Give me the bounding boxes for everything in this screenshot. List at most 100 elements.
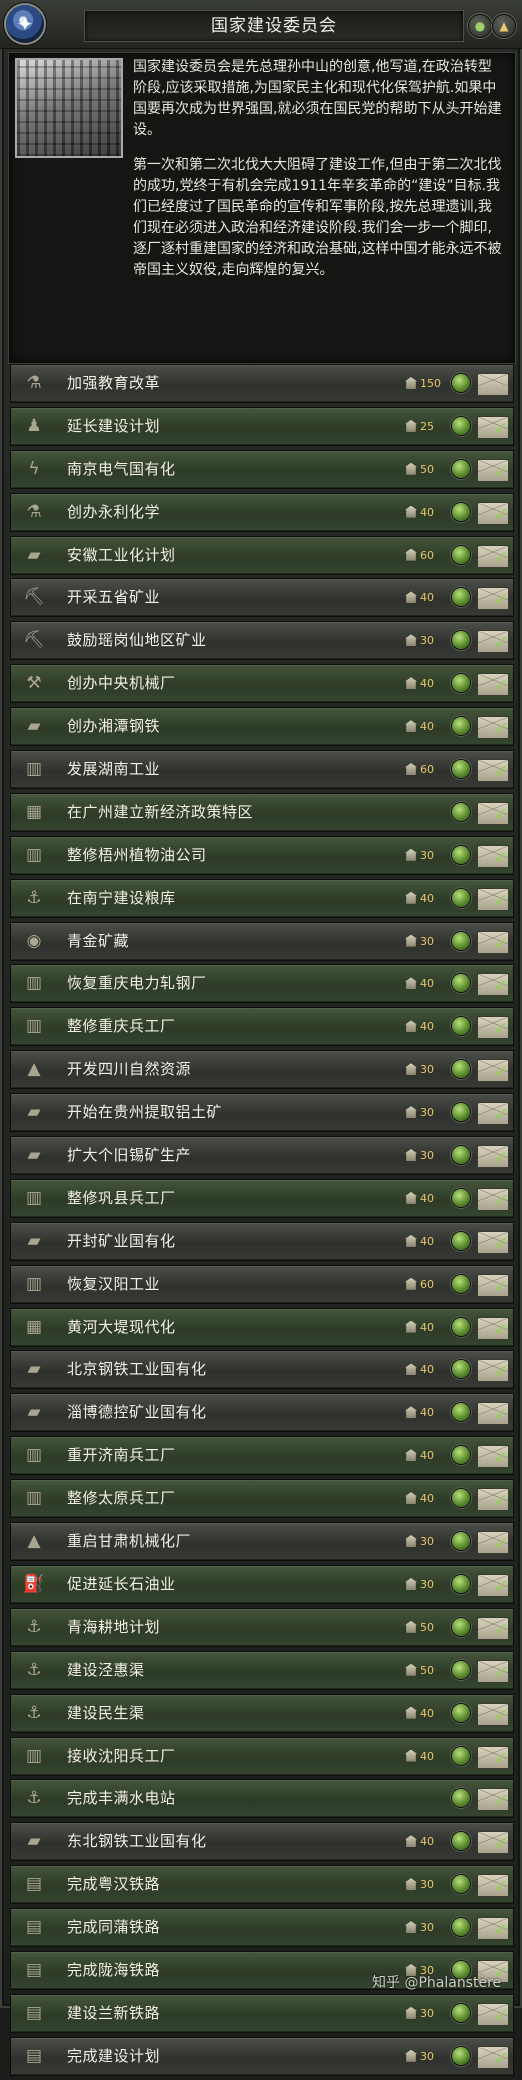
focus-row[interactable]: ⚒ 创办中央机械厂 40 ✓ [10,664,514,704]
focus-row[interactable]: ▥ 恢复重庆电力轧钢厂 40 ✓ [10,964,514,1004]
ingot-icon: ▰ [27,716,41,737]
envelope-icon[interactable]: ✓ [477,587,509,611]
focus-label: 建设泾惠渠 [67,1660,145,1679]
political-power-icon [405,1191,417,1204]
envelope-icon[interactable]: ✓ [477,1359,509,1383]
window-header: ✦ 国家建设委员会 ● ▲ [0,0,522,49]
envelope-icon[interactable]: ✓ [477,1016,509,1040]
envelope-icon[interactable]: ✓ [477,501,509,525]
envelope-icon[interactable]: ✓ [477,1917,509,1941]
envelope-icon[interactable]: ✓ [477,458,509,482]
focus-row[interactable]: ▰ 开始在贵州提取铝土矿 30 ✓ [10,1093,514,1133]
focus-label: 在广州建立新经济政策特区 [67,802,254,821]
cost-value: 30 [420,1106,434,1120]
envelope-icon[interactable]: ✓ [477,2002,509,2026]
focus-row[interactable]: ▥ 恢复汉阳工业 60 ✓ [10,1264,514,1304]
envelope-icon[interactable]: ✓ [477,1145,509,1169]
focus-row[interactable]: ▥ 整修巩县兵工厂 40 ✓ [10,1178,514,1218]
focus-row[interactable]: ▥ 整修太原兵工厂 40 ✓ [10,1479,514,1519]
focus-row[interactable]: ▦ 在广州建立新经济政策特区 ✓ [10,792,514,832]
envelope-icon[interactable]: ✓ [477,1531,509,1555]
focus-row[interactable]: ⛏ 开采五省矿业 40 ✓ [10,578,514,618]
cost-value: 40 [420,1706,434,1720]
focus-row[interactable]: ⚓ 完成丰满水电站 ✓ [10,1779,514,1819]
focus-row[interactable]: ▥ 整修梧州植物油公司 30 ✓ [10,835,514,875]
window-title: 国家建设委员会 [84,10,464,42]
focus-row[interactable]: ▥ 接收沈阳兵工厂 40 ✓ [10,1736,514,1776]
focus-row[interactable]: ⚗ 创办永利化学 40 ✓ [10,492,514,532]
envelope-icon[interactable]: ✓ [477,887,509,911]
envelope-icon[interactable]: ✓ [477,1616,509,1640]
envelope-icon[interactable]: ✓ [477,1659,509,1683]
envelope-icon[interactable]: ✓ [477,1745,509,1769]
political-power-icon [405,462,417,475]
focus-row[interactable]: ▥ 发展湖南工业 60 ✓ [10,750,514,790]
focus-row[interactable]: ⛏ 鼓励瑶岗仙地区矿业 30 ✓ [10,621,514,661]
envelope-icon[interactable]: ✓ [477,415,509,439]
envelope-icon[interactable]: ✓ [477,973,509,997]
envelope-icon[interactable]: ✓ [477,1573,509,1597]
checkmark-icon: ✓ [494,1105,509,1126]
envelope-icon[interactable] [477,373,509,396]
cost-value: 40 [420,1449,434,1463]
envelope-icon[interactable]: ✓ [477,1874,509,1898]
envelope-icon[interactable]: ✓ [477,630,509,654]
envelope-icon[interactable]: ✓ [477,716,509,740]
focus-row[interactable]: ⚓ 建设泾惠渠 50 ✓ [10,1650,514,1690]
focus-row[interactable]: ▰ 扩大个旧锡矿生产 30 ✓ [10,1136,514,1176]
focus-row[interactable]: ▤ 完成同蒲铁路 30 ✓ [10,1908,514,1948]
focus-row[interactable]: ▥ 重开济南兵工厂 40 ✓ [10,1436,514,1476]
focus-row[interactable]: ▤ 建设兰新铁路 30 ✓ [10,1993,514,2033]
focus-row[interactable]: ⛽ 促进延长石油业 30 ✓ [10,1564,514,1604]
focus-row[interactable]: ▰ 创办湘潭钢铁 40 ✓ [10,707,514,747]
focus-row[interactable]: ▰ 开封矿业国有化 40 ✓ [10,1221,514,1261]
focus-row[interactable]: ⚓ 青海耕地计划 50 ✓ [10,1607,514,1647]
envelope-icon[interactable]: ✓ [477,1788,509,1812]
envelope-icon[interactable]: ✓ [477,1059,509,1083]
political-power-icon [405,1277,417,1290]
flask-icon: ⚗ [26,501,42,522]
envelope-icon[interactable]: ✓ [477,759,509,783]
envelope-icon[interactable]: ✓ [477,801,509,825]
status-indicator-button[interactable]: ● [468,14,492,38]
envelope-icon[interactable]: ✓ [477,1187,509,1211]
building-icon: ▦ [25,1316,43,1337]
focus-row[interactable]: ▲ 重启甘肃机械化厂 30 ✓ [10,1522,514,1562]
focus-row[interactable]: ▰ 东北钢铁工业国有化 40 ✓ [10,1822,514,1862]
focus-row[interactable]: ▰ 安徽工业化计划 60 ✓ [10,535,514,575]
envelope-icon[interactable]: ✓ [477,1273,509,1297]
focus-row[interactable]: ⚗ 加强教育改革 150 [10,364,514,403]
focus-row[interactable]: ⚓ 建设民生渠 40 ✓ [10,1693,514,1733]
focus-row[interactable]: ♟ 延长建设计划 25 ✓ [10,406,514,446]
envelope-icon[interactable]: ✓ [477,844,509,868]
focus-row[interactable]: ▦ 黄河大堤现代化 40 ✓ [10,1307,514,1347]
cost-value: 40 [420,505,434,519]
political-power-icon [405,977,417,990]
focus-row[interactable]: ▤ 完成建设计划 30 ✓ [10,2036,514,2076]
focus-row[interactable]: ▰ 北京钢铁工业国有化 40 ✓ [10,1350,514,1390]
envelope-icon[interactable]: ✓ [477,1445,509,1469]
focus-row[interactable]: ⚓ 在南宁建设粮库 40 ✓ [10,878,514,918]
envelope-icon[interactable]: ✓ [477,1402,509,1426]
envelope-icon[interactable]: ✓ [477,930,509,954]
collapse-button[interactable]: ▲ [492,14,516,38]
envelope-icon[interactable]: ✓ [477,1702,509,1726]
envelope-icon[interactable]: ✓ [477,673,509,697]
checkmark-icon: ✓ [494,933,509,954]
envelope-icon[interactable]: ✓ [477,1488,509,1512]
checkmark-icon: ✓ [494,890,509,911]
focus-row[interactable]: ▥ 整修重庆兵工厂 40 ✓ [10,1007,514,1047]
envelope-icon[interactable]: ✓ [477,544,509,568]
focus-row[interactable]: ▤ 完成粤汉铁路 30 ✓ [10,1865,514,1905]
cost-value: 30 [420,1577,434,1591]
envelope-icon[interactable]: ✓ [477,1831,509,1855]
focus-row[interactable]: ◉ 青金矿藏 30 ✓ [10,921,514,961]
envelope-icon[interactable]: ✓ [477,2045,509,2069]
envelope-icon[interactable]: ✓ [477,1316,509,1340]
focus-row[interactable]: ▰ 淄博德控矿业国有化 40 ✓ [10,1393,514,1433]
focus-row[interactable]: ▲ 开发四川自然资源 30 ✓ [10,1050,514,1090]
envelope-icon[interactable]: ✓ [477,1102,509,1126]
status-light-icon [452,760,470,779]
focus-row[interactable]: ϟ 南京电气国有化 50 ✓ [10,449,514,489]
envelope-icon[interactable]: ✓ [477,1230,509,1254]
